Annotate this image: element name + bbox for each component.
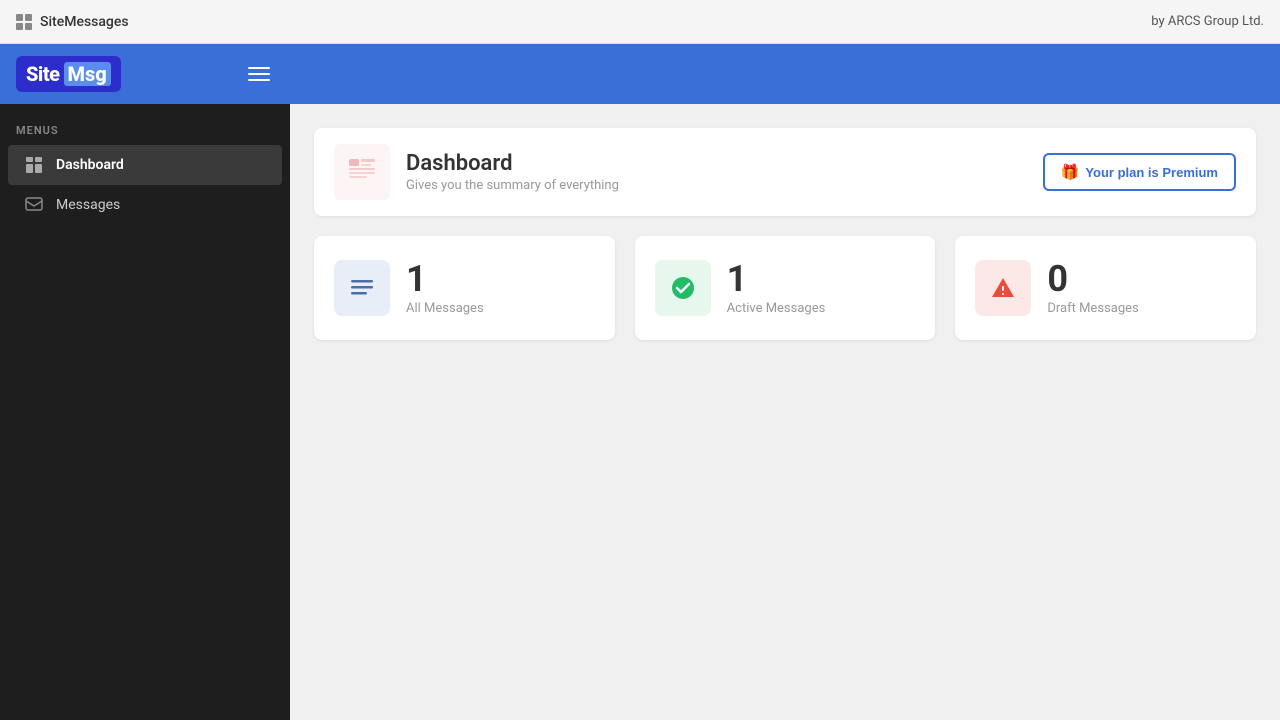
dashboard-text: Dashboard Gives you the summary of every… xyxy=(406,151,619,193)
sidebar-item-dashboard[interactable]: Dashboard xyxy=(8,145,282,185)
stat-card-draft-messages: 0 Draft Messages xyxy=(955,236,1256,340)
sidebar-item-messages[interactable]: Messages xyxy=(8,185,282,225)
sidebar: MENUS Dashboard xyxy=(0,104,290,720)
app-icon xyxy=(16,14,32,30)
messages-icon xyxy=(24,195,44,215)
stat-card-all-messages: 1 All Messages xyxy=(314,236,615,340)
top-bar-credit: by ARCS Group Ltd. xyxy=(1151,14,1264,29)
all-messages-stat: 1 All Messages xyxy=(406,261,484,316)
app-title: SiteMessages xyxy=(40,14,129,30)
dashboard-title: Dashboard xyxy=(406,151,619,176)
stat-card-active-messages: 1 Active Messages xyxy=(635,236,936,340)
draft-messages-count: 0 xyxy=(1047,261,1138,297)
hamburger-line-1 xyxy=(248,67,270,69)
dashboard-header-left: Dashboard Gives you the summary of every… xyxy=(334,144,619,200)
content-area: Dashboard Gives you the summary of every… xyxy=(290,104,1280,720)
logo: Site Msg xyxy=(16,56,121,92)
hamburger-button[interactable] xyxy=(244,63,274,85)
stats-grid: 1 All Messages 1 Active Messages xyxy=(314,236,1256,340)
header-nav: Site Msg xyxy=(0,44,1280,104)
premium-badge-button[interactable]: 🎁 Your plan is Premium xyxy=(1043,153,1236,191)
dashboard-icon xyxy=(24,155,44,175)
premium-label: Your plan is Premium xyxy=(1085,165,1218,180)
top-bar-left: SiteMessages xyxy=(16,14,129,30)
sidebar-item-dashboard-label: Dashboard xyxy=(56,157,124,173)
active-messages-label: Active Messages xyxy=(727,301,826,316)
draft-messages-label: Draft Messages xyxy=(1047,301,1138,316)
hamburger-line-2 xyxy=(248,73,270,75)
all-messages-label: All Messages xyxy=(406,301,484,316)
top-bar: SiteMessages by ARCS Group Ltd. xyxy=(0,0,1280,44)
logo-msg: Msg xyxy=(64,62,111,86)
sidebar-item-messages-label: Messages xyxy=(56,197,120,213)
dashboard-header: Dashboard Gives you the summary of every… xyxy=(314,128,1256,216)
logo-area: Site Msg xyxy=(0,56,290,92)
active-messages-icon-box xyxy=(655,260,711,316)
logo-site: Site xyxy=(26,62,60,86)
main-body: MENUS Dashboard xyxy=(0,104,1280,720)
hamburger-line-3 xyxy=(248,79,270,81)
draft-messages-stat: 0 Draft Messages xyxy=(1047,261,1138,316)
sidebar-section-label: MENUS xyxy=(0,124,290,137)
dashboard-icon-box xyxy=(334,144,390,200)
all-messages-icon-box xyxy=(334,260,390,316)
dashboard-subtitle: Gives you the summary of everything xyxy=(406,178,619,193)
gift-icon: 🎁 xyxy=(1061,163,1080,181)
draft-messages-icon-box xyxy=(975,260,1031,316)
active-messages-stat: 1 Active Messages xyxy=(727,261,826,316)
all-messages-count: 1 xyxy=(406,261,484,297)
app-container: Site Msg MENUS xyxy=(0,44,1280,720)
active-messages-count: 1 xyxy=(727,261,826,297)
